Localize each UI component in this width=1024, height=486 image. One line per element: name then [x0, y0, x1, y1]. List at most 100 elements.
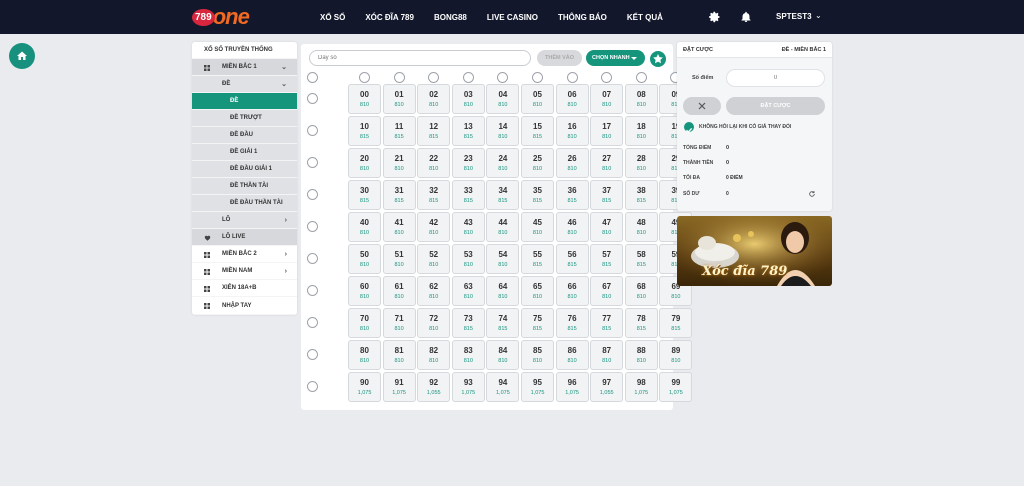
column-select-radio[interactable]: [635, 72, 647, 83]
number-cell[interactable]: 51 810: [382, 244, 416, 274]
sidebar-subitem-de-giai-1[interactable]: ĐỀ GIẢI 1: [192, 144, 297, 161]
number-cell[interactable]: 14 810: [486, 116, 520, 146]
nav-xoc-dia[interactable]: XÓC ĐĨA 789: [365, 13, 414, 22]
select-all-radio[interactable]: [307, 72, 318, 83]
refresh-icon[interactable]: [808, 190, 816, 198]
number-cell[interactable]: 30 815: [348, 180, 381, 210]
number-cell[interactable]: 02 810: [417, 84, 451, 114]
number-cell[interactable]: 24 810: [486, 148, 520, 178]
column-select-radio[interactable]: [532, 72, 543, 83]
number-cell[interactable]: 98 1,075: [624, 372, 658, 402]
number-cell[interactable]: 34 815: [486, 180, 520, 210]
number-cell[interactable]: 81 810: [382, 340, 416, 370]
number-cell[interactable]: 96 1,075: [555, 372, 589, 402]
column-select-radio[interactable]: [462, 72, 474, 83]
number-cell[interactable]: 43 810: [451, 212, 485, 242]
nav-thong-bao[interactable]: THÔNG BÁO: [558, 13, 607, 22]
sidebar-item-lo-live[interactable]: LÔ LIVE: [192, 229, 297, 246]
sidebar-subitem-de-dau-giai-1[interactable]: ĐỀ ĐẦU GIẢI 1: [192, 161, 297, 178]
nav-ket-qua[interactable]: KẾT QUẢ: [627, 13, 663, 22]
number-cell[interactable]: 15 815: [521, 116, 554, 146]
sidebar-subitem-de-truot[interactable]: ĐỀ TRƯỢT: [192, 110, 297, 127]
number-cell[interactable]: 13 815: [451, 116, 485, 146]
number-cell[interactable]: 38 815: [624, 180, 658, 210]
number-cell[interactable]: 36 815: [555, 180, 589, 210]
number-cell[interactable]: 76 815: [555, 308, 589, 338]
home-button[interactable]: [9, 43, 35, 69]
number-cell[interactable]: 56 815: [555, 244, 589, 274]
number-search-input[interactable]: [309, 50, 531, 66]
number-cell[interactable]: 07 810: [590, 84, 624, 114]
number-cell[interactable]: 61 810: [382, 276, 416, 306]
row-select-radio[interactable]: [307, 157, 318, 168]
number-cell[interactable]: 54 810: [486, 244, 520, 274]
number-cell[interactable]: 22 810: [417, 148, 451, 178]
column-select-radio[interactable]: [359, 72, 370, 83]
quick-select-dropdown[interactable]: CHỌN NHANH: [586, 50, 645, 66]
number-cell[interactable]: 44 810: [486, 212, 520, 242]
number-cell[interactable]: 10 815: [348, 116, 381, 146]
column-select-radio[interactable]: [601, 72, 613, 83]
number-cell[interactable]: 06 810: [555, 84, 589, 114]
number-cell[interactable]: 45 810: [521, 212, 554, 242]
number-cell[interactable]: 58 815: [624, 244, 658, 274]
sidebar-item-nhap-tay[interactable]: NHẬP TAY: [192, 297, 297, 315]
number-cell[interactable]: 78 815: [624, 308, 658, 338]
number-cell[interactable]: 74 815: [486, 308, 520, 338]
number-cell[interactable]: 93 1,075: [451, 372, 485, 402]
number-cell[interactable]: 28 810: [624, 148, 658, 178]
number-cell[interactable]: 03 810: [451, 84, 485, 114]
sidebar-subitem-de-dau-than-tai[interactable]: ĐỀ ĐẦU THẦN TÀI: [192, 195, 297, 212]
add-button[interactable]: THÊM VÀO: [537, 50, 582, 66]
sidebar-item-mien-bac-2[interactable]: MIỀN BẮC 2 ›: [192, 246, 297, 263]
number-cell[interactable]: 75 815: [521, 308, 554, 338]
number-cell[interactable]: 83 810: [451, 340, 485, 370]
number-cell[interactable]: 32 815: [417, 180, 451, 210]
number-cell[interactable]: 33 815: [451, 180, 485, 210]
sidebar-item-de[interactable]: ĐỀ ⌄: [192, 76, 297, 93]
column-select-radio[interactable]: [566, 72, 578, 83]
sidebar-item-mien-nam[interactable]: MIỀN NAM ›: [192, 263, 297, 280]
number-cell[interactable]: 73 815: [451, 308, 485, 338]
number-cell[interactable]: 23 810: [451, 148, 485, 178]
number-cell[interactable]: 08 810: [624, 84, 658, 114]
number-cell[interactable]: 82 810: [417, 340, 451, 370]
number-cell[interactable]: 65 810: [521, 276, 554, 306]
number-cell[interactable]: 67 810: [590, 276, 624, 306]
number-cell[interactable]: 88 810: [624, 340, 658, 370]
row-select-radio[interactable]: [307, 93, 318, 104]
nav-live-casino[interactable]: LIVE CASINO: [487, 13, 538, 22]
row-select-radio[interactable]: [307, 381, 318, 392]
number-cell[interactable]: 68 810: [624, 276, 658, 306]
promo-banner[interactable]: Xóc đĩa 789: [677, 216, 832, 286]
number-cell[interactable]: 92 1,055: [417, 372, 451, 402]
points-input[interactable]: [726, 69, 825, 87]
number-cell[interactable]: 72 810: [417, 308, 451, 338]
number-cell[interactable]: 79 815: [659, 308, 693, 338]
number-cell[interactable]: 01 810: [382, 84, 416, 114]
username[interactable]: SPTEST3: [776, 12, 812, 21]
number-cell[interactable]: 25 810: [521, 148, 554, 178]
row-select-radio[interactable]: [307, 285, 318, 296]
sidebar-item-lo[interactable]: LÔ ›: [192, 212, 297, 229]
number-cell[interactable]: 17 810: [590, 116, 624, 146]
number-cell[interactable]: 50 810: [348, 244, 381, 274]
number-cell[interactable]: 41 810: [382, 212, 416, 242]
sidebar-item-mien-bac-1[interactable]: MIỀN BẮC 1 ⌄: [192, 59, 297, 76]
brand-logo[interactable]: 789 one: [192, 4, 250, 29]
number-cell[interactable]: 11 815: [382, 116, 416, 146]
number-cell[interactable]: 87 810: [590, 340, 624, 370]
row-select-radio[interactable]: [307, 125, 318, 136]
number-cell[interactable]: 52 810: [417, 244, 451, 274]
no-ask-checkbox[interactable]: [684, 122, 694, 133]
number-cell[interactable]: 18 810: [624, 116, 658, 146]
place-bet-button[interactable]: ĐẶT CƯỢC: [726, 97, 825, 115]
number-cell[interactable]: 12 815: [417, 116, 451, 146]
number-cell[interactable]: 62 810: [417, 276, 451, 306]
number-cell[interactable]: 37 815: [590, 180, 624, 210]
number-cell[interactable]: 84 810: [486, 340, 520, 370]
number-cell[interactable]: 89 810: [659, 340, 693, 370]
number-cell[interactable]: 47 810: [590, 212, 624, 242]
number-cell[interactable]: 20 810: [348, 148, 381, 178]
number-cell[interactable]: 90 1,075: [348, 372, 381, 402]
